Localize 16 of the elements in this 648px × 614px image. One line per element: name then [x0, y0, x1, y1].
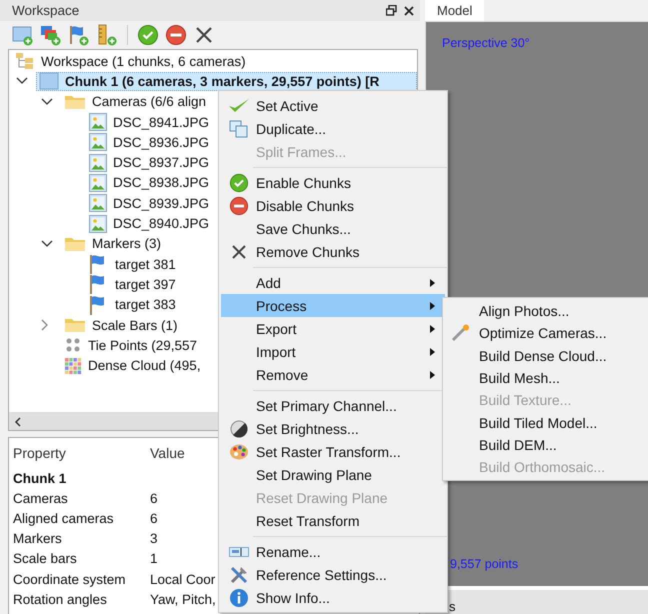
table-cell-text: Coordinate system [12, 572, 127, 587]
table-cell-text: Markers [12, 531, 63, 546]
table-cell-text: 1 [149, 551, 158, 566]
table-cell-text: 6 [149, 490, 158, 506]
table-cell-text: Chunk 1 [12, 470, 68, 486]
table-cell-text: 3 [149, 531, 158, 546]
panel-title: Workspace [12, 3, 80, 18]
table-cell-text: Yaw, Pitch, [149, 592, 216, 607]
table-cell-text: Aligned cameras [12, 510, 115, 526]
table-cell-text: Cameras [12, 490, 69, 506]
table-cell-text: Rotation angles [12, 592, 108, 607]
projection-label: Perspective 30° [442, 36, 530, 50]
points-count: 9,557 points [450, 557, 518, 571]
table-cell-text: 6 [149, 510, 158, 526]
table-cell-text: Scale bars [12, 551, 78, 566]
table-cell-text: Local Coor [149, 572, 216, 587]
